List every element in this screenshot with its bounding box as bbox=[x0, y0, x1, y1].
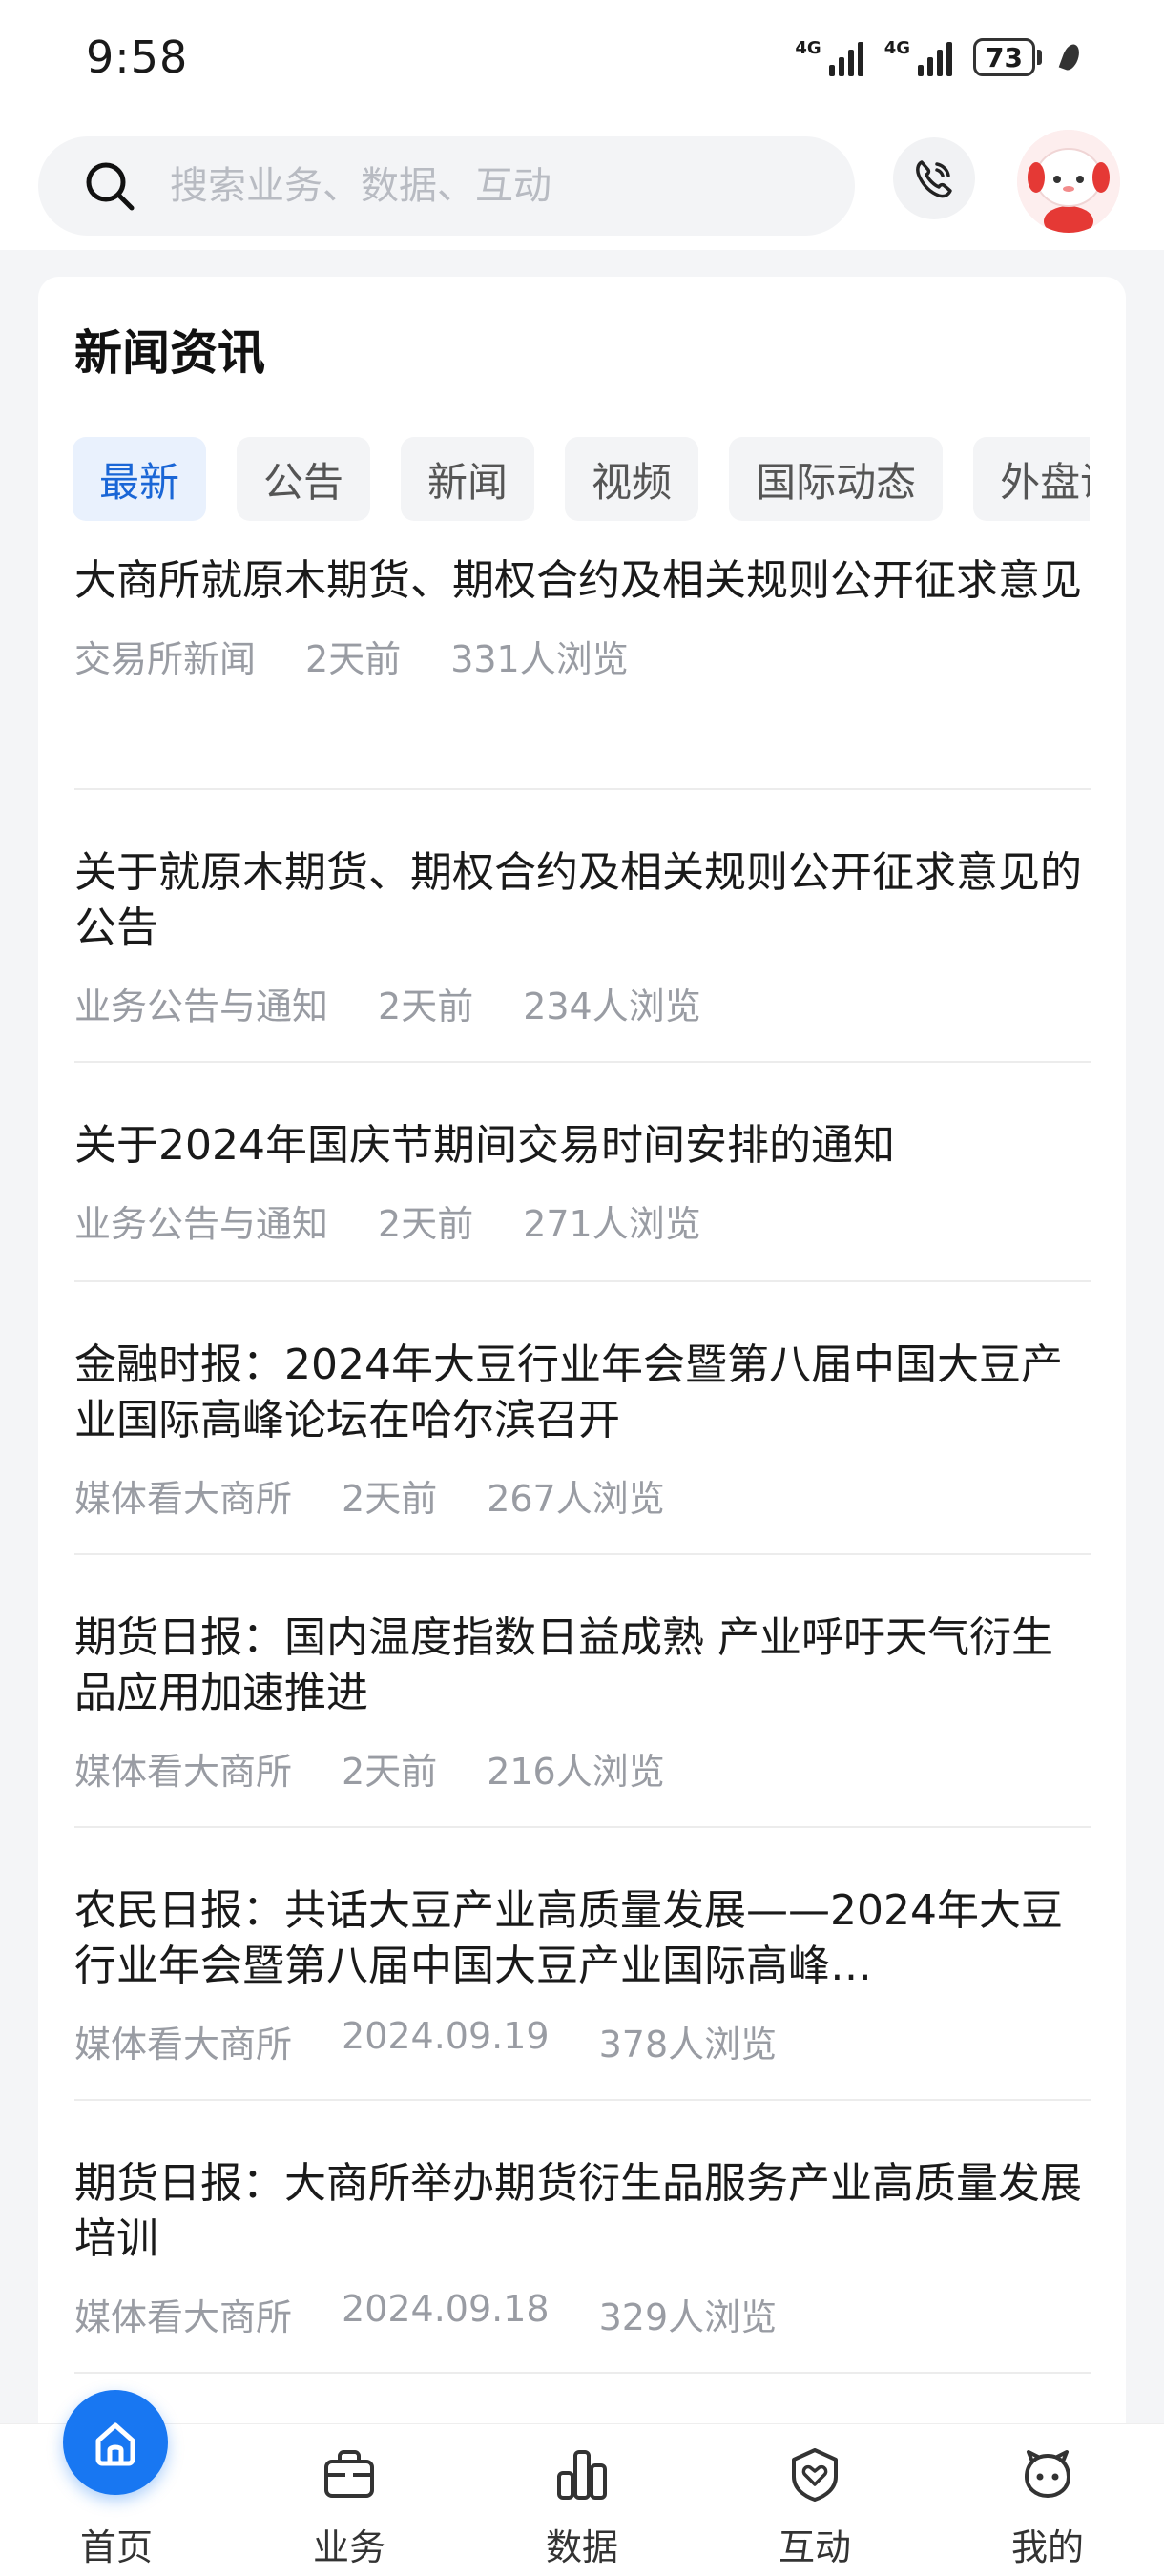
news-card: 新闻资讯 最新 公告 新闻 视频 国际动态 外盘讯 大商所就原木期货、期权合约及… bbox=[38, 277, 1126, 2471]
news-views: 234人浏览 bbox=[523, 986, 701, 1028]
hotline-button[interactable] bbox=[893, 137, 975, 219]
tab-video[interactable]: 视频 bbox=[565, 437, 699, 521]
nav-label: 数据 bbox=[545, 2526, 618, 2568]
home-icon bbox=[63, 2390, 168, 2495]
news-list: 大商所就原木期货、期权合约及相关规则公开征求意见 交易所新闻 2天前 331人浏… bbox=[74, 553, 1091, 2374]
status-icons: 4G 4G 73 bbox=[795, 38, 1083, 76]
battery-icon: 73 bbox=[973, 38, 1042, 76]
news-title: 金融时报：2024年大豆行业年会暨第八届中国大豆产业国际高峰论坛在哈尔滨召开 bbox=[74, 1340, 1063, 1444]
news-time: 2天前 bbox=[305, 638, 402, 680]
news-views: 267人浏览 bbox=[487, 1478, 665, 1520]
mascot-avatar-icon bbox=[1017, 130, 1120, 233]
tab-overseas[interactable]: 外盘讯 bbox=[973, 437, 1090, 521]
news-title: 大商所就原木期货、期权合约及相关规则公开征求意见 bbox=[74, 556, 1082, 605]
heart-shield-icon bbox=[781, 2441, 848, 2508]
news-title: 农民日报：共话大豆产业高质量发展——2024年大豆行业年会暨第八届中国大豆产业国… bbox=[74, 1886, 1063, 1990]
news-item[interactable]: 大商所就原木期货、期权合约及相关规则公开征求意见 交易所新闻 2天前 331人浏… bbox=[74, 553, 1091, 790]
nav-label: 互动 bbox=[778, 2526, 851, 2568]
news-meta: 交易所新闻 2天前 331人浏览 bbox=[74, 630, 1091, 682]
news-item[interactable]: 金融时报：2024年大豆行业年会暨第八届中国大豆产业国际高峰论坛在哈尔滨召开 媒… bbox=[74, 1282, 1091, 1555]
nav-data[interactable]: 数据 bbox=[466, 2424, 698, 2576]
news-source: 业务公告与通知 bbox=[74, 1203, 329, 1245]
news-source: 媒体看大商所 bbox=[74, 2024, 293, 2066]
profile-face-icon bbox=[1014, 2441, 1081, 2508]
news-tabs: 最新 公告 新闻 视频 国际动态 外盘讯 bbox=[73, 437, 1090, 523]
signal-icon: 4G bbox=[795, 38, 863, 76]
news-views: 271人浏览 bbox=[523, 1203, 701, 1245]
news-time: 2024.09.19 bbox=[342, 2015, 550, 2057]
nav-label: 首页 bbox=[79, 2526, 153, 2568]
news-time: 2天前 bbox=[342, 1478, 438, 1520]
bottom-nav: 首页 业务 数据 互动 我的 bbox=[0, 2390, 1164, 2576]
news-title: 期货日报：国内温度指数日益成熟 产业呼吁天气衍生品应用加速推进 bbox=[74, 1613, 1053, 1717]
tab-announcement[interactable]: 公告 bbox=[237, 437, 371, 521]
tab-latest[interactable]: 最新 bbox=[73, 437, 207, 521]
news-item[interactable]: 关于就原木期货、期权合约及相关规则公开征求意见的公告 业务公告与通知 2天前 2… bbox=[74, 790, 1091, 1063]
news-source: 媒体看大商所 bbox=[74, 1751, 293, 1793]
search-row bbox=[0, 124, 1164, 248]
news-views: 378人浏览 bbox=[598, 2024, 778, 2066]
bar-chart-icon bbox=[549, 2441, 615, 2508]
status-time: 9:58 bbox=[86, 31, 189, 83]
status-bar: 9:58 4G 4G 73 bbox=[0, 0, 1164, 114]
search-input[interactable] bbox=[170, 164, 780, 208]
nav-label: 业务 bbox=[312, 2526, 385, 2568]
news-title: 关于2024年国庆节期间交易时间安排的通知 bbox=[74, 1121, 895, 1170]
nav-interact[interactable]: 互动 bbox=[698, 2424, 931, 2576]
news-title: 关于就原木期货、期权合约及相关规则公开征求意见的公告 bbox=[74, 848, 1082, 952]
news-meta: 媒体看大商所 2024.09.18 329人浏览 bbox=[74, 2288, 1091, 2340]
nav-business[interactable]: 业务 bbox=[233, 2424, 466, 2576]
phone-icon bbox=[916, 160, 952, 198]
news-time: 2024.09.18 bbox=[342, 2288, 550, 2330]
news-views: 329人浏览 bbox=[598, 2296, 778, 2338]
news-source: 媒体看大商所 bbox=[74, 2296, 293, 2338]
news-meta: 业务公告与通知 2天前 234人浏览 bbox=[74, 977, 1091, 1029]
news-item[interactable]: 关于2024年国庆节期间交易时间安排的通知 业务公告与通知 2天前 271人浏览 bbox=[74, 1063, 1091, 1282]
tab-international[interactable]: 国际动态 bbox=[729, 437, 944, 521]
avatar[interactable] bbox=[1017, 130, 1120, 233]
leaf-icon bbox=[1058, 42, 1083, 73]
briefcase-icon bbox=[316, 2441, 383, 2508]
news-time: 2天前 bbox=[342, 1751, 438, 1793]
news-views: 216人浏览 bbox=[487, 1751, 665, 1793]
news-item[interactable]: 期货日报：大商所举办期货衍生品服务产业高质量发展培训 媒体看大商所 2024.0… bbox=[74, 2101, 1091, 2374]
signal-icon-2: 4G bbox=[884, 38, 953, 76]
search-bar[interactable] bbox=[38, 136, 855, 236]
news-source: 媒体看大商所 bbox=[74, 1478, 293, 1520]
nav-label: 我的 bbox=[1010, 2526, 1084, 2568]
news-meta: 业务公告与通知 2天前 271人浏览 bbox=[74, 1195, 1091, 1247]
tab-news[interactable]: 新闻 bbox=[401, 437, 535, 521]
news-time: 2天前 bbox=[378, 986, 474, 1028]
news-item[interactable]: 期货日报：国内温度指数日益成熟 产业呼吁天气衍生品应用加速推进 媒体看大商所 2… bbox=[74, 1555, 1091, 1828]
nav-mine[interactable]: 我的 bbox=[931, 2424, 1164, 2576]
news-time: 2天前 bbox=[378, 1203, 474, 1245]
section-title: 新闻资讯 bbox=[74, 325, 265, 381]
news-views: 331人浏览 bbox=[450, 638, 629, 680]
news-source: 交易所新闻 bbox=[74, 638, 257, 680]
news-meta: 媒体看大商所 2天前 216人浏览 bbox=[74, 1742, 1091, 1795]
nav-home[interactable]: 首页 bbox=[0, 2390, 233, 2576]
news-source: 业务公告与通知 bbox=[74, 986, 329, 1028]
news-item[interactable]: 农民日报：共话大豆产业高质量发展——2024年大豆行业年会暨第八届中国大豆产业国… bbox=[74, 1828, 1091, 2101]
news-meta: 媒体看大商所 2天前 267人浏览 bbox=[74, 1469, 1091, 1522]
search-icon bbox=[86, 162, 135, 211]
news-meta: 媒体看大商所 2024.09.19 378人浏览 bbox=[74, 2015, 1091, 2067]
news-title: 期货日报：大商所举办期货衍生品服务产业高质量发展培训 bbox=[74, 2159, 1082, 2263]
